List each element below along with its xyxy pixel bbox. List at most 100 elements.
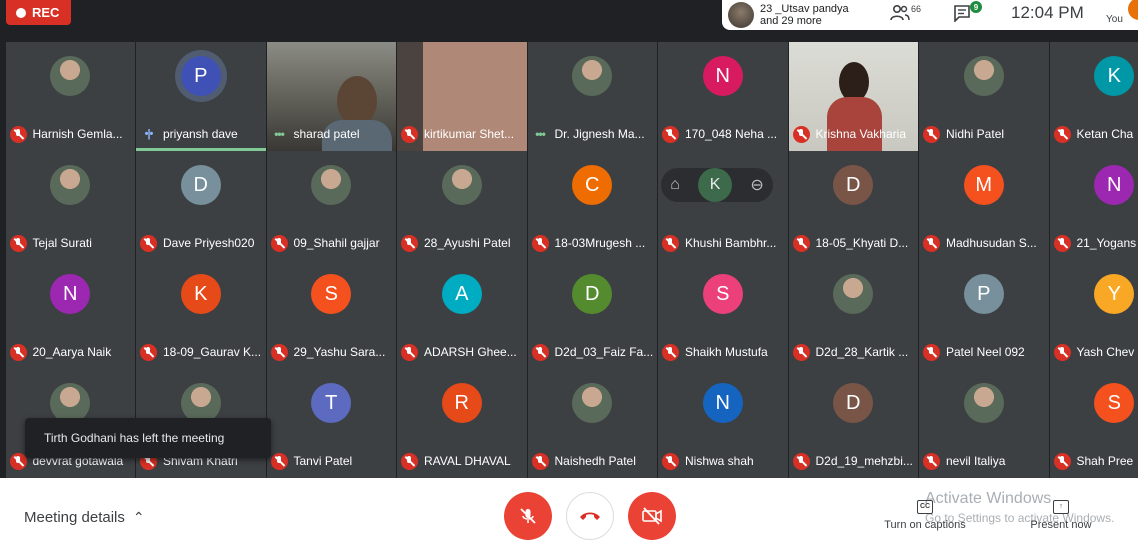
participant-name-row: Ketan Cha <box>1053 125 1138 143</box>
active-speakers-chip[interactable]: 23 _Utsav pandya and 29 more <box>722 0 870 30</box>
participant-name: Nidhi Patel <box>946 127 1005 141</box>
participant-tile[interactable]: 09_Shahil gajjar <box>266 151 396 260</box>
video-person-head <box>336 76 377 126</box>
participant-tile[interactable]: S 29_Yashu Sara... <box>266 260 397 369</box>
captions-icon: CC <box>917 500 933 514</box>
participant-tile[interactable]: N 21_Yogans <box>1049 151 1138 260</box>
camera-toggle-button[interactable] <box>628 492 676 540</box>
present-now-button[interactable]: ↑ Present now <box>1026 500 1096 531</box>
mic-muted-icon <box>9 125 27 143</box>
participant-name: Naishedh Patel <box>554 454 636 468</box>
participant-name-row: •|• priyansh dave <box>140 125 266 143</box>
participant-tile[interactable]: D 18-05_Khyati D... <box>788 151 918 260</box>
participant-name: nevil Italiya <box>946 454 1006 468</box>
participant-tile[interactable]: Naishedh Patel <box>527 369 657 478</box>
participant-tile[interactable]: M Madhusudan S... <box>919 151 1049 260</box>
mic-muted-icon <box>1053 343 1071 361</box>
people-button[interactable]: 66 <box>890 4 921 22</box>
hang-up-icon <box>580 512 600 520</box>
captions-button[interactable]: CC Turn on captions <box>879 500 971 531</box>
participant-name: Dr. Jignesh Ma... <box>554 127 645 141</box>
participant-tile[interactable]: N 170_048 Neha ... <box>658 42 788 151</box>
participant-name: 20_Aarya Naik <box>32 345 112 359</box>
participant-avatar <box>833 274 874 314</box>
participant-tile[interactable]: S Shaikh Mustufa <box>658 260 788 369</box>
participant-tile[interactable]: Nidhi Patel <box>919 42 1049 151</box>
participant-tile[interactable]: S Shah Pree <box>1049 369 1138 478</box>
participant-avatar <box>50 56 91 96</box>
participant-tile[interactable]: K Ketan Cha <box>1049 42 1138 151</box>
participant-tile[interactable]: P •|• priyansh dave <box>136 42 266 151</box>
participant-tile[interactable]: Tejal Surati <box>5 151 135 260</box>
mic-muted-icon <box>923 234 940 252</box>
mic-muted-icon <box>401 234 418 252</box>
participant-tile[interactable]: 28_Ayushi Patel <box>397 151 527 260</box>
leave-call-button[interactable] <box>566 492 614 540</box>
participant-tile[interactable]: Krishna Vakharia <box>788 42 918 151</box>
mic-muted-icon <box>662 234 679 252</box>
participant-tile[interactable]: K 18-09_Gaurav K... <box>136 260 266 369</box>
participant-name: Tejal Surati <box>32 236 92 250</box>
participant-name-row: 170_048 Neha ... <box>662 125 788 143</box>
chat-count: 9 <box>970 1 982 13</box>
participant-name: Shaikh Mustufa <box>685 345 768 359</box>
recording-badge: REC <box>6 0 71 25</box>
mic-muted-icon <box>140 343 157 361</box>
remove-icon[interactable]: ⊖ <box>750 175 763 195</box>
participant-name-row: Yash Chev <box>1053 343 1138 361</box>
participant-tile[interactable]: P Patel Neel 092 <box>919 260 1049 369</box>
speaker-avatar <box>728 2 754 28</box>
mic-muted-icon <box>270 452 288 470</box>
participant-avatar <box>180 383 221 423</box>
participant-name-row: Shah Pree <box>1053 452 1138 470</box>
participant-name: priyansh dave <box>163 127 238 141</box>
participant-name-row: Nishwa shah <box>662 452 788 470</box>
mic-muted-icon <box>1053 234 1071 252</box>
participant-tile[interactable]: ⌂ K ⊖ Khushi Bambhr... <box>658 151 788 260</box>
pin-icon[interactable]: ⌂ <box>670 176 680 194</box>
participant-tile[interactable]: ••• sharad patel <box>266 42 396 151</box>
left-meeting-notification: Tirth Godhani has left the meeting <box>25 418 271 458</box>
people-count: 66 <box>911 4 922 14</box>
participant-tile[interactable]: C 18-03Mrugesh ... <box>527 151 657 260</box>
audio-active-icon: ••• <box>535 127 546 141</box>
participant-tile[interactable]: D D2d_03_Faiz Fa... <box>527 260 657 369</box>
participant-avatar: D <box>833 165 874 205</box>
participant-name: 18-09_Gaurav K... <box>163 345 262 359</box>
participant-tile[interactable]: R RAVAL DHAVAL <box>397 369 527 478</box>
participant-tile[interactable]: N Nishwa shah <box>658 369 788 478</box>
participant-avatar: T <box>311 383 352 423</box>
present-icon: ↑ <box>1053 500 1069 514</box>
speaker-more: and 29 more <box>760 15 822 27</box>
participant-tile[interactable]: D D2d_19_mehzbi... <box>788 369 918 478</box>
self-avatar[interactable] <box>1128 0 1138 20</box>
participant-tile[interactable]: A ADARSH Ghee... <box>397 260 527 369</box>
participant-tile[interactable]: Harnish Gemla... <box>5 42 135 151</box>
participant-avatar: D <box>572 274 613 314</box>
meeting-details-button[interactable]: Meeting details ⌃ <box>24 509 145 526</box>
participant-tile[interactable]: Y Yash Chev <box>1049 260 1138 369</box>
participant-name: 170_048 Neha ... <box>685 127 778 141</box>
participant-tile[interactable]: D Dave Priyesh020 <box>136 151 266 260</box>
participant-name-row: 29_Yashu Sara... <box>270 343 397 361</box>
participant-tile[interactable]: D2d_28_Kartik ... <box>788 260 918 369</box>
mic-muted-icon <box>531 343 549 361</box>
participant-tile[interactable]: ••• Dr. Jignesh Ma... <box>527 42 657 151</box>
chat-button[interactable]: 9 <box>953 1 982 22</box>
participant-tile[interactable]: T Tanvi Patel <box>266 369 397 478</box>
participant-avatar: Y <box>1094 274 1135 314</box>
participant-tile[interactable]: kirtikumar Shet... <box>397 42 527 151</box>
participant-name-row: Nidhi Patel <box>923 125 1049 143</box>
participant-tile[interactable]: N 20_Aarya Naik <box>5 260 136 369</box>
participant-avatar: N <box>702 56 743 96</box>
participant-avatar: S <box>1094 383 1135 423</box>
participant-name: Nishwa shah <box>685 454 754 468</box>
mic-toggle-button[interactable] <box>504 492 552 540</box>
participant-tile[interactable]: nevil Italiya <box>919 369 1049 478</box>
participant-name-row: 20_Aarya Naik <box>9 343 136 361</box>
mic-muted-icon <box>531 234 549 252</box>
participant-name-row: Tanvi Patel <box>270 452 397 470</box>
participant-avatar: D <box>833 383 874 423</box>
you-label: You <box>1106 14 1123 25</box>
participant-name: Khushi Bambhr... <box>685 236 777 250</box>
